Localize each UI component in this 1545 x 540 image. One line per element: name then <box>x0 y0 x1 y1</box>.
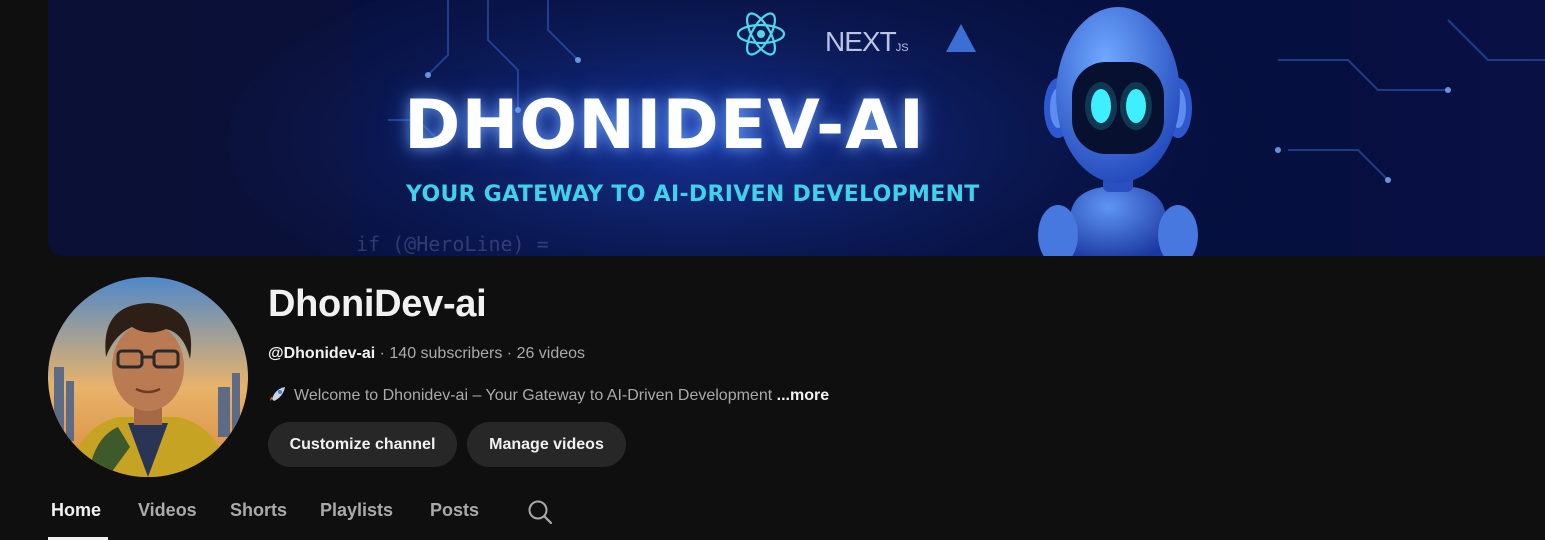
robot-icon <box>1038 7 1198 256</box>
customize-channel-button[interactable]: Customize channel <box>268 422 457 467</box>
channel-handle: @Dhonidev-ai <box>268 345 376 362</box>
react-logo-icon <box>736 12 786 56</box>
vercel-logo-icon <box>946 24 976 52</box>
more-link[interactable]: ...more <box>777 387 829 404</box>
channel-avatar[interactable] <box>48 277 248 477</box>
subscriber-count: 140 subscribers <box>389 345 503 362</box>
meta-separator: · <box>375 345 390 362</box>
nextjs-logo-text: NEXT <box>825 26 897 57</box>
banner-title: DHONIDEV-AI <box>404 86 926 165</box>
nextjs-logo-subtext: JS <box>895 42 909 54</box>
search-icon[interactable] <box>527 499 553 525</box>
channel-description[interactable]: Welcome to Dhonidev-ai – Your Gateway to… <box>268 385 829 405</box>
avatar-image <box>48 277 248 477</box>
channel-banner: if (@HeroLine) = NEXTJS DHONIDEV-AI YOUR… <box>48 0 1545 256</box>
banner-subtitle: YOUR GATEWAY TO AI-DRIVEN DEVELOPMENT <box>406 182 980 207</box>
nextjs-logo: NEXTJS <box>825 26 909 58</box>
rocket-icon <box>270 387 285 401</box>
manage-videos-button[interactable]: Manage videos <box>467 422 626 467</box>
banner-code-snippet: if (@HeroLine) = <box>356 232 549 256</box>
channel-meta: @Dhonidev-ai · 140 subscribers · 26 vide… <box>268 345 585 363</box>
tab-posts[interactable]: Posts <box>430 500 479 521</box>
tab-videos[interactable]: Videos <box>138 500 197 521</box>
tab-shorts[interactable]: Shorts <box>230 500 287 521</box>
video-count: 26 videos <box>516 345 586 362</box>
tab-playlists[interactable]: Playlists <box>320 500 393 521</box>
channel-name: DhoniDev-ai <box>268 283 487 325</box>
meta-separator: · <box>502 345 517 362</box>
tab-home[interactable]: Home <box>51 500 101 521</box>
description-text: Welcome to Dhonidev-ai – Your Gateway to… <box>294 387 773 404</box>
